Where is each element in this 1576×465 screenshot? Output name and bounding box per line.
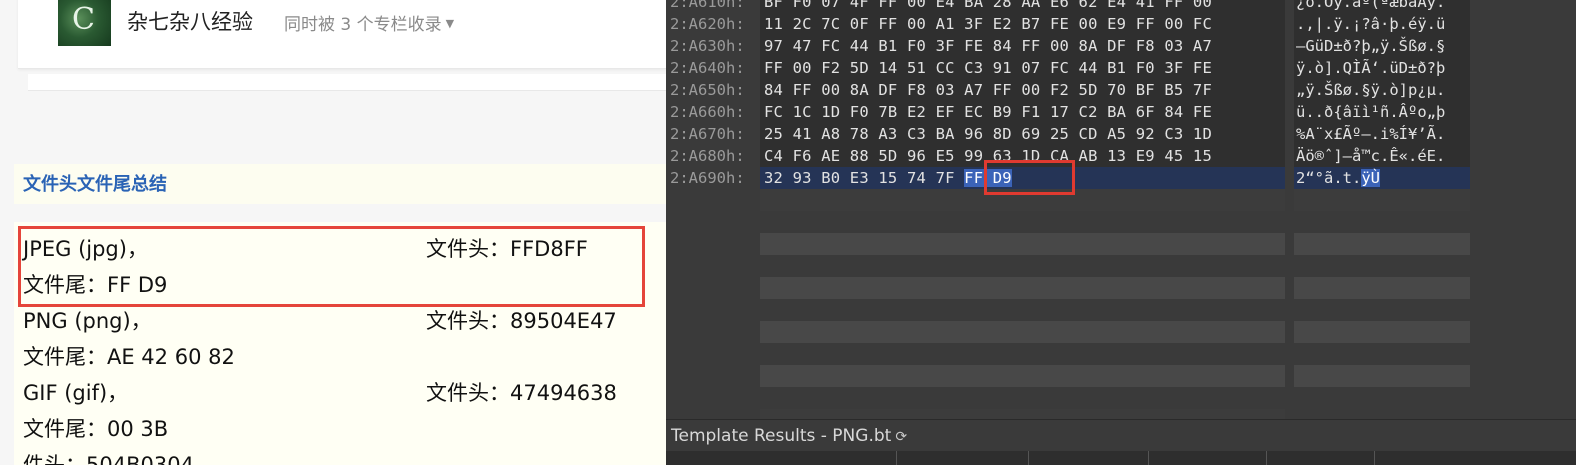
ascii-text[interactable]: .,|.ÿ.¡?â·þ.éÿ.ü [1296,13,1445,35]
empty-row [1294,321,1470,343]
template-results-header-row[interactable] [666,451,1576,465]
section-heading: 文件头文件尾总结 [23,174,167,195]
column-card-shadow [28,74,666,91]
hex-address: 2:A690h: [670,169,745,187]
hex-address: 2:A640h: [670,59,745,77]
column-meta-text: 同时被 3 个专栏收录 [284,15,442,35]
hex-row-last[interactable]: 2:A690h: 32 93 B0 E3 15 74 7F FF D9 2“°ã… [666,167,1576,189]
hex-bytes[interactable]: FC 1C 1D F0 7B E2 EF EC B9 F1 17 C2 BA 6… [764,101,1212,123]
ascii-text[interactable]: 2“°ã.t.ÿÙ [1296,167,1380,189]
ascii-text[interactable]: „ÿ.Šßø.§ÿ.ò]p¿µ. [1296,79,1445,101]
hex-row[interactable]: 2:A680h: C4 F6 AE 88 5D 96 E5 99 63 1D C… [666,145,1576,167]
hex-bytes[interactable]: 84 FF 00 8A DF F8 03 A7 FF 00 F2 5D 70 B… [764,79,1212,101]
caret-down-icon: ▼ [445,17,455,30]
template-results-bar[interactable]: Template Results - PNG.bt ⟳ [666,419,1576,452]
empty-row [760,409,1285,419]
ascii-text[interactable]: %A¨x£Ãº–.i%Í¥’Ã. [1296,123,1445,145]
hex-bytes[interactable]: 97 47 FC 44 B1 F0 3F FE 84 FF 00 8A DF F… [764,35,1212,57]
refresh-icon[interactable]: ⟳ [895,429,907,445]
hex-row[interactable]: 2:A670h: 25 41 A8 78 A3 C3 BA 96 8D 69 2… [666,123,1576,145]
hex-row[interactable]: 2:A620h: 11 2C 7C 0F FF 00 A1 3F E2 B7 F… [666,13,1576,35]
ascii-text[interactable]: ü..ð{âïì¹ñ.Âºo„þ [1296,101,1445,123]
empty-row [1294,365,1470,387]
hex-address: 2:A680h: [670,147,745,165]
empty-row [760,233,1285,255]
column-card[interactable]: C 杂七杂八经验 同时被 3 个专栏收录 ▼ [18,0,666,69]
column-title[interactable]: 杂七杂八经验 [127,6,253,36]
ascii-plain: 2“°ã.t. [1296,169,1362,187]
column-divider[interactable] [1148,451,1149,465]
hex-row[interactable]: 2:A660h: FC 1C 1D F0 7B E2 EF EC B9 F1 1… [666,101,1576,123]
avatar-letter: C [72,2,95,37]
ascii-text[interactable]: Äö®ˆ]–å™c.Ê«.éE. [1296,145,1445,167]
hex-row[interactable]: 2:A650h: 84 FF 00 8A DF F8 03 A7 FF 00 F… [666,79,1576,101]
template-results-title: Template Results - PNG.bt ⟳ [671,426,907,446]
hex-address: 2:A670h: [670,125,745,143]
hex-row[interactable]: 2:A610h: BF F0 07 4F FF 00 E4 BA 28 AA E… [666,0,1576,13]
hex-bytes-plain: 32 93 B0 E3 15 74 7F [764,169,965,187]
empty-row [1294,277,1470,299]
column-divider[interactable] [1374,451,1375,465]
hex-editor[interactable]: 2:A610h: BF F0 07 4F FF 00 E4 BA 28 AA E… [666,0,1576,465]
hex-address: 2:A620h: [670,15,745,33]
gif-footer: 文件尾：00 3B [23,417,169,441]
highlight-box-ffd9 [984,160,1075,195]
template-results-label: Template Results - PNG.bt [671,426,892,446]
gif-header: 文件头：47494638 [426,381,617,405]
column-divider[interactable] [896,451,897,465]
hex-bytes[interactable]: 11 2C 7C 0F FF 00 A1 3F E2 B7 FE 00 E9 F… [764,13,1212,35]
hex-address: 2:A610h: [670,0,745,11]
hex-bytes[interactable]: 25 41 A8 78 A3 C3 BA 96 8D 69 25 CD A5 9… [764,123,1212,145]
column-meta[interactable]: 同时被 3 个专栏收录 ▼ [284,10,454,35]
hex-address: 2:A660h: [670,103,745,121]
hex-bytes[interactable]: 32 93 B0 E3 15 74 7F FF D9 [764,167,1012,189]
png-header: 文件头：89504E47 [426,309,617,333]
empty-row [1294,233,1470,255]
ascii-text[interactable]: ÿ.ò].QÌÃ‘.üD±ð?þ [1296,57,1445,79]
column-divider[interactable] [1266,451,1267,465]
png-footer: 文件尾：AE 42 60 82 [23,345,235,369]
column-divider[interactable] [1028,451,1029,465]
hex-bytes[interactable]: BF F0 07 4F FF 00 E4 BA 28 AA E6 62 E4 4… [764,0,1212,13]
column-avatar[interactable]: C [58,0,111,46]
gif-line: GIF (gif)， [23,381,129,405]
zip-line: 件头：504B0304 [23,453,194,465]
highlight-box-jpeg [18,226,645,307]
hex-row[interactable]: 2:A630h: 97 47 FC 44 B1 F0 3F FE 84 FF 0… [666,35,1576,57]
ascii-text[interactable]: —GüD±ð?þ„ÿ.Šßø.§ [1296,35,1445,57]
hex-row[interactable]: 2:A640h: FF 00 F2 5D 14 51 CC C3 91 07 F… [666,57,1576,79]
empty-row [1294,189,1470,211]
article-panel: C 杂七杂八经验 同时被 3 个专栏收录 ▼ 文件头文件尾总结 JPEG (jpg… [0,0,666,465]
png-line: PNG (png)， [23,309,152,333]
hex-address: 2:A650h: [670,81,745,99]
hex-address: 2:A630h: [670,37,745,55]
empty-row [760,365,1285,387]
empty-row [760,277,1285,299]
ascii-text[interactable]: ¿ð.Oÿ.äº(ªæbäAÿ. [1296,0,1445,13]
ascii-selected[interactable]: ÿÙ [1361,169,1380,187]
hex-bytes[interactable]: FF 00 F2 5D 14 51 CC C3 91 07 FC 44 B1 F… [764,57,1212,79]
empty-row [760,321,1285,343]
